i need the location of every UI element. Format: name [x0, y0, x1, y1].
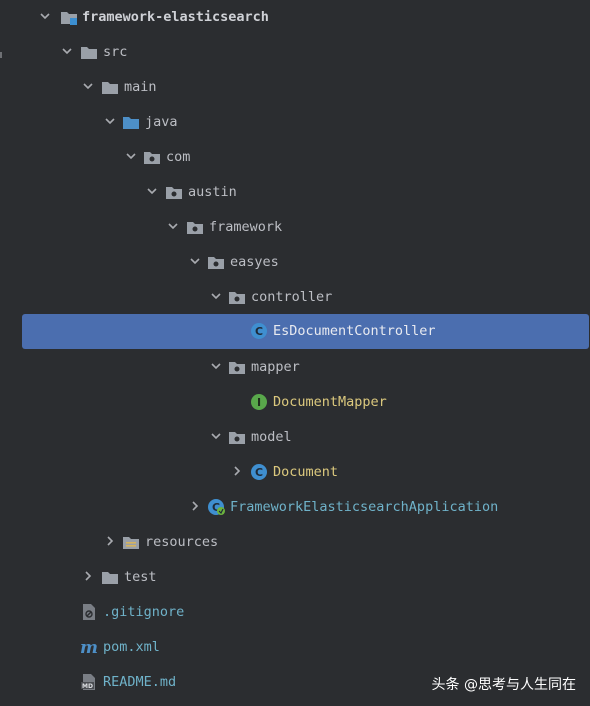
chevron-down-icon[interactable] [209, 359, 223, 373]
tree-item-controller[interactable]: controller [0, 280, 590, 315]
tree-item-label: easyes [230, 254, 279, 270]
tree-item-label: test [124, 569, 157, 585]
chevron-right-icon[interactable] [188, 499, 202, 513]
tree-item-java[interactable]: java [0, 105, 590, 140]
tree-item-documentmapper[interactable]: I DocumentMapper [0, 385, 590, 420]
package-icon [228, 288, 246, 306]
class-icon: C [250, 322, 268, 340]
svg-text:m: m [80, 638, 98, 656]
package-icon [207, 253, 225, 271]
tree-item-label: resources [145, 534, 219, 550]
tree-item-gitignore[interactable]: .gitignore [0, 595, 590, 630]
svg-text:C: C [255, 466, 263, 479]
tree-item-label: Document [273, 464, 339, 480]
tree-item-main[interactable]: main [0, 70, 590, 105]
folder-icon [101, 78, 119, 96]
source-root-folder-icon [122, 113, 140, 131]
tree-item-label: model [251, 429, 292, 445]
tree-item-label: EsDocumentController [273, 323, 436, 339]
chevron-down-icon[interactable] [81, 79, 95, 93]
tree-item-test[interactable]: test [0, 560, 590, 595]
tree-item-label: README.md [103, 674, 177, 690]
package-icon [143, 148, 161, 166]
chevron-down-icon[interactable] [166, 219, 180, 233]
svg-text:MD: MD [82, 683, 93, 690]
spring-boot-class-icon: C [207, 498, 225, 516]
chevron-down-icon[interactable] [103, 114, 117, 128]
tree-item-austin[interactable]: austin [0, 175, 590, 210]
tree-item-label: DocumentMapper [273, 394, 387, 410]
chevron-down-icon[interactable] [188, 254, 202, 268]
tree-item-label: .gitignore [103, 604, 185, 620]
tree-item-frameworkelasticsearchapplication[interactable]: C FrameworkElasticsearchApplication [0, 490, 590, 525]
svg-text:I: I [257, 396, 261, 409]
maven-file-icon: m [80, 638, 98, 656]
chevron-right-icon[interactable] [103, 534, 117, 548]
tree-item-pom-xml[interactable]: m pom.xml [0, 630, 590, 665]
package-icon [186, 218, 204, 236]
svg-text:C: C [255, 325, 263, 338]
chevron-down-icon[interactable] [124, 149, 138, 163]
chevron-right-icon[interactable] [81, 569, 95, 583]
chevron-down-icon[interactable] [60, 44, 74, 58]
watermark: 头条 @思考与人生同在 [431, 677, 576, 693]
tree-item-label: FrameworkElasticsearchApplication [230, 499, 499, 515]
class-icon: C [250, 463, 268, 481]
markdown-file-icon: MD [80, 673, 98, 691]
chevron-down-icon[interactable] [38, 9, 52, 23]
tree-item-com[interactable]: com [0, 140, 590, 175]
tree-item-mapper[interactable]: mapper [0, 350, 590, 385]
tree-item-label: src [103, 44, 128, 60]
tree-item-framework[interactable]: framework [0, 210, 590, 245]
package-icon [228, 428, 246, 446]
interface-icon: I [250, 393, 268, 411]
tree-item-resources[interactable]: resources [0, 525, 590, 560]
tree-item-label: pom.xml [103, 639, 160, 655]
tree-item-esdocumentcontroller[interactable]: C EsDocumentController [22, 314, 589, 349]
tree-item-label: framework [209, 219, 283, 235]
tree-item-label: com [166, 149, 191, 165]
tree-item-label: austin [188, 184, 237, 200]
tree-item-model[interactable]: model [0, 420, 590, 455]
tree-item-easyes[interactable]: easyes [0, 245, 590, 280]
package-icon [228, 358, 246, 376]
folder-icon [101, 568, 119, 586]
module-folder-icon [60, 8, 78, 26]
chevron-right-icon[interactable] [230, 464, 244, 478]
project-tree: framework-elasticsearch src main java co… [0, 0, 590, 706]
tree-item-label: mapper [251, 359, 300, 375]
package-icon [165, 183, 183, 201]
tree-item-src[interactable]: src [0, 35, 590, 70]
tree-item-document[interactable]: C Document [0, 455, 590, 490]
chevron-down-icon[interactable] [209, 289, 223, 303]
folder-icon [80, 43, 98, 61]
gitignore-file-icon [80, 603, 98, 621]
tree-item-label: main [124, 79, 157, 95]
tree-item-framework-elasticsearch[interactable]: framework-elasticsearch [0, 0, 590, 35]
tree-item-label: controller [251, 289, 333, 305]
chevron-down-icon[interactable] [145, 184, 159, 198]
resources-folder-icon [122, 533, 140, 551]
chevron-down-icon[interactable] [209, 429, 223, 443]
tree-item-label: java [145, 114, 178, 130]
tree-item-label: framework-elasticsearch [82, 9, 269, 25]
